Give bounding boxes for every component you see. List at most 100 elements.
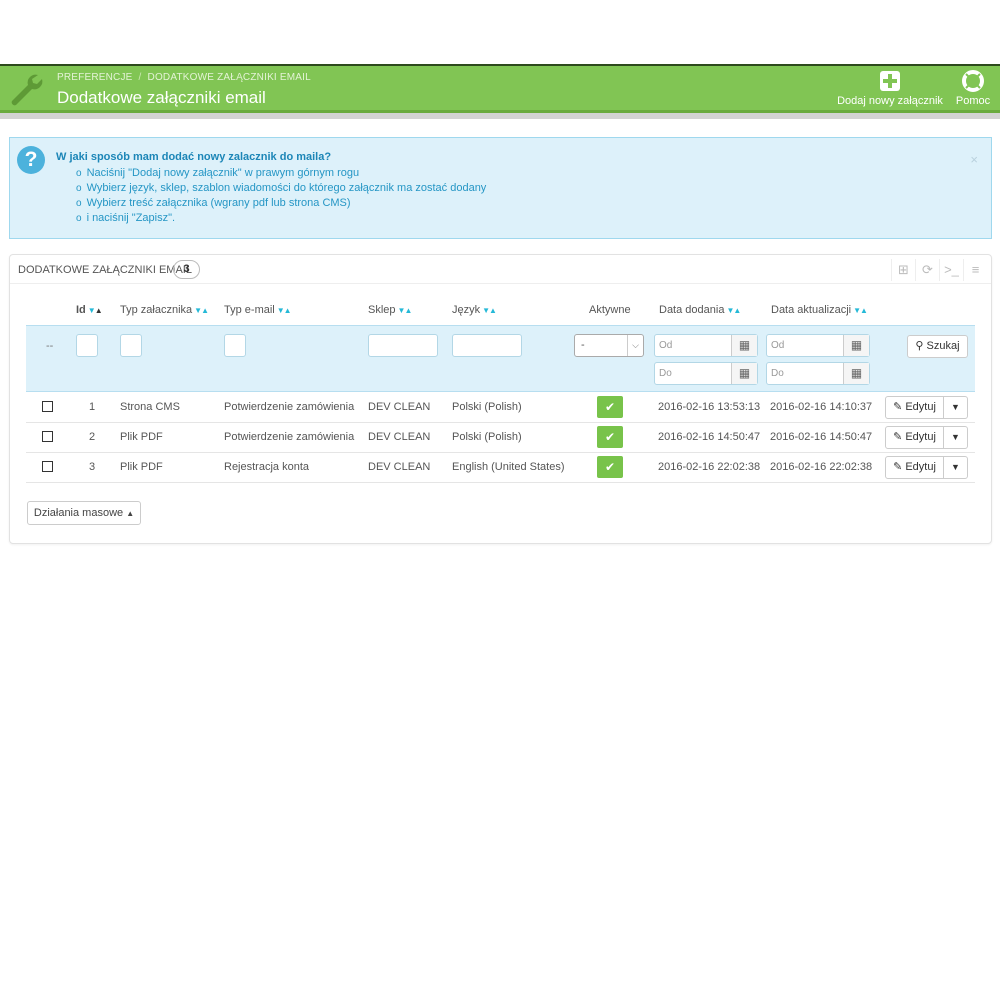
cell-type: Plik PDF: [120, 431, 163, 443]
column-label: Id: [76, 304, 86, 316]
caret-down-icon: ▼: [951, 462, 960, 472]
cell-email-type: Rejestracja konta: [224, 461, 309, 473]
search-button[interactable]: ⚲ Szukaj: [907, 335, 968, 358]
placeholder-from: Od: [659, 340, 673, 351]
row-checkbox[interactable]: [42, 431, 53, 442]
edit-button-label: Edytuj: [905, 461, 936, 473]
column-shop[interactable]: Sklep ▼▲: [368, 304, 413, 316]
cell-id: 1: [89, 401, 96, 413]
cell-date-upd: 2016-02-16 14:10:37: [770, 401, 873, 413]
column-type[interactable]: Typ załacznika ▼▲: [120, 304, 209, 316]
cell-date-add: 2016-02-16 13:53:13: [658, 401, 761, 413]
filter-shop-input[interactable]: [368, 334, 438, 357]
row-checkbox[interactable]: [42, 401, 53, 412]
alert-step: Naciśnij "Dodaj nowy załącznik" w prawym…: [76, 166, 486, 181]
cell-email-type: Potwierdzenie zamówienia: [224, 431, 355, 443]
filter-type-input[interactable]: [120, 334, 142, 357]
filter-dash: --: [46, 340, 54, 352]
cell-shop: DEV CLEAN: [368, 401, 431, 413]
sort-arrows-icon[interactable]: ▼▲: [853, 306, 868, 315]
close-icon[interactable]: ×: [970, 152, 978, 167]
page-title: Dodatkowe załączniki email: [57, 88, 266, 107]
table-row[interactable]: 3 Plik PDF Rejestracja konta DEV CLEAN E…: [26, 453, 975, 483]
filter-date-upd-to[interactable]: Do ▦: [766, 362, 870, 385]
calendar-icon[interactable]: ▦: [731, 335, 757, 356]
panel-title: DODATKOWE ZAŁĄCZNIKI EMAIL: [18, 264, 192, 276]
filter-date-add-to[interactable]: Do ▦: [654, 362, 758, 385]
cell-id: 2: [89, 431, 96, 443]
alert-step: Wybierz język, sklep, szablon wiadomości…: [76, 181, 487, 196]
row-actions-dropdown[interactable]: ▼: [943, 456, 968, 479]
sort-arrows-icon[interactable]: ▼▲: [194, 306, 209, 315]
placeholder-from: Od: [771, 340, 785, 351]
calendar-icon[interactable]: ▦: [843, 335, 869, 356]
add-attachment-button[interactable]: Dodaj nowy załącznik: [836, 70, 944, 107]
sort-arrows-icon[interactable]: ▼▲: [726, 306, 741, 315]
column-label: Typ załacznika: [120, 304, 193, 316]
plus-square-icon: [880, 71, 900, 91]
column-label: Język: [452, 304, 481, 316]
check-icon[interactable]: ✔: [597, 456, 623, 478]
placeholder-to: Do: [659, 368, 672, 379]
sort-arrows-icon[interactable]: ▼▲: [277, 306, 292, 315]
column-date-upd[interactable]: Data aktualizacji ▼▲: [771, 304, 868, 316]
calendar-icon[interactable]: ▦: [731, 363, 757, 384]
help-button[interactable]: Pomoc: [953, 70, 993, 107]
refresh-icon[interactable]: ⟳: [915, 259, 939, 281]
pencil-icon: ✎: [893, 431, 903, 443]
filter-active-value: -: [581, 339, 585, 351]
alert-step: Wybierz treść załącznika (wgrany pdf lub…: [76, 196, 486, 211]
filter-id-input[interactable]: [76, 334, 98, 357]
edit-button[interactable]: ✎ Edytuj: [885, 426, 944, 449]
sort-arrows-icon[interactable]: ▼▲: [482, 306, 497, 315]
filter-active-select[interactable]: - ⌵: [574, 334, 644, 357]
filter-email-type-input[interactable]: [224, 334, 246, 357]
row-actions-dropdown[interactable]: ▼: [943, 426, 968, 449]
edit-button[interactable]: ✎ Edytuj: [885, 456, 944, 479]
breadcrumb-item-attachments[interactable]: DODATKOWE ZAŁĄCZNIKI EMAIL: [148, 72, 311, 83]
help-alert: ? W jaki sposób mam dodać nowy zalacznik…: [9, 137, 992, 239]
row-actions-dropdown[interactable]: ▼: [943, 396, 968, 419]
column-language[interactable]: Język ▼▲: [452, 304, 497, 316]
check-icon[interactable]: ✔: [597, 396, 623, 418]
page-header: PREFERENCJE / DODATKOWE ZAŁĄCZNIKI EMAIL D…: [0, 64, 1000, 113]
cell-shop: DEV CLEAN: [368, 461, 431, 473]
breadcrumb: PREFERENCJE / DODATKOWE ZAŁĄCZNIKI EMAIL: [57, 72, 311, 83]
cell-type: Plik PDF: [120, 461, 163, 473]
column-date-add[interactable]: Data dodania ▼▲: [659, 304, 741, 316]
filter-date-upd-from[interactable]: Od ▦: [766, 334, 870, 357]
column-label: Aktywne: [589, 304, 631, 316]
filter-date-add-from[interactable]: Od ▦: [654, 334, 758, 357]
column-label: Sklep: [368, 304, 396, 316]
wrench-icon: [11, 74, 43, 106]
check-icon[interactable]: ✔: [597, 426, 623, 448]
column-email-type[interactable]: Typ e-mail ▼▲: [224, 304, 292, 316]
table-row[interactable]: 2 Plik PDF Potwierdzenie zamówienia DEV …: [26, 423, 975, 453]
help-label: Pomoc: [955, 95, 991, 107]
edit-button[interactable]: ✎ Edytuj: [885, 396, 944, 419]
row-checkbox[interactable]: [42, 461, 53, 472]
pencil-icon: ✎: [893, 461, 903, 473]
database-icon[interactable]: ≡: [963, 259, 987, 281]
sort-arrows-icon[interactable]: ▼▲: [398, 306, 413, 315]
alert-step: i naciśnij "Zapisz".: [76, 211, 486, 226]
sort-arrows-icon[interactable]: ▼▲: [88, 306, 103, 315]
search-icon: ⚲: [915, 340, 924, 352]
table-row[interactable]: 1 Strona CMS Potwierdzenie zamówienia DE…: [26, 393, 975, 423]
column-id[interactable]: Id ▼▲: [76, 304, 103, 316]
cell-language: English (United States): [452, 461, 565, 473]
panel-toolbar: ⊞ ⟳ >_ ≡: [891, 259, 987, 281]
cell-id: 3: [89, 461, 96, 473]
breadcrumb-item-preferences[interactable]: PREFERENCJE: [57, 72, 133, 83]
sql-query-icon[interactable]: >_: [939, 259, 963, 281]
bulk-actions-button[interactable]: Działania masowe ▲: [27, 501, 141, 525]
add-new-icon[interactable]: ⊞: [891, 259, 915, 281]
lifebuoy-icon: [962, 70, 984, 92]
filter-language-input[interactable]: [452, 334, 522, 357]
calendar-icon[interactable]: ▦: [843, 363, 869, 384]
column-active: Aktywne: [589, 304, 631, 316]
cell-date-add: 2016-02-16 14:50:47: [658, 431, 761, 443]
edit-button-label: Edytuj: [905, 401, 936, 413]
bulk-actions-label: Działania masowe: [33, 507, 124, 519]
column-label: Data dodania: [659, 304, 725, 316]
